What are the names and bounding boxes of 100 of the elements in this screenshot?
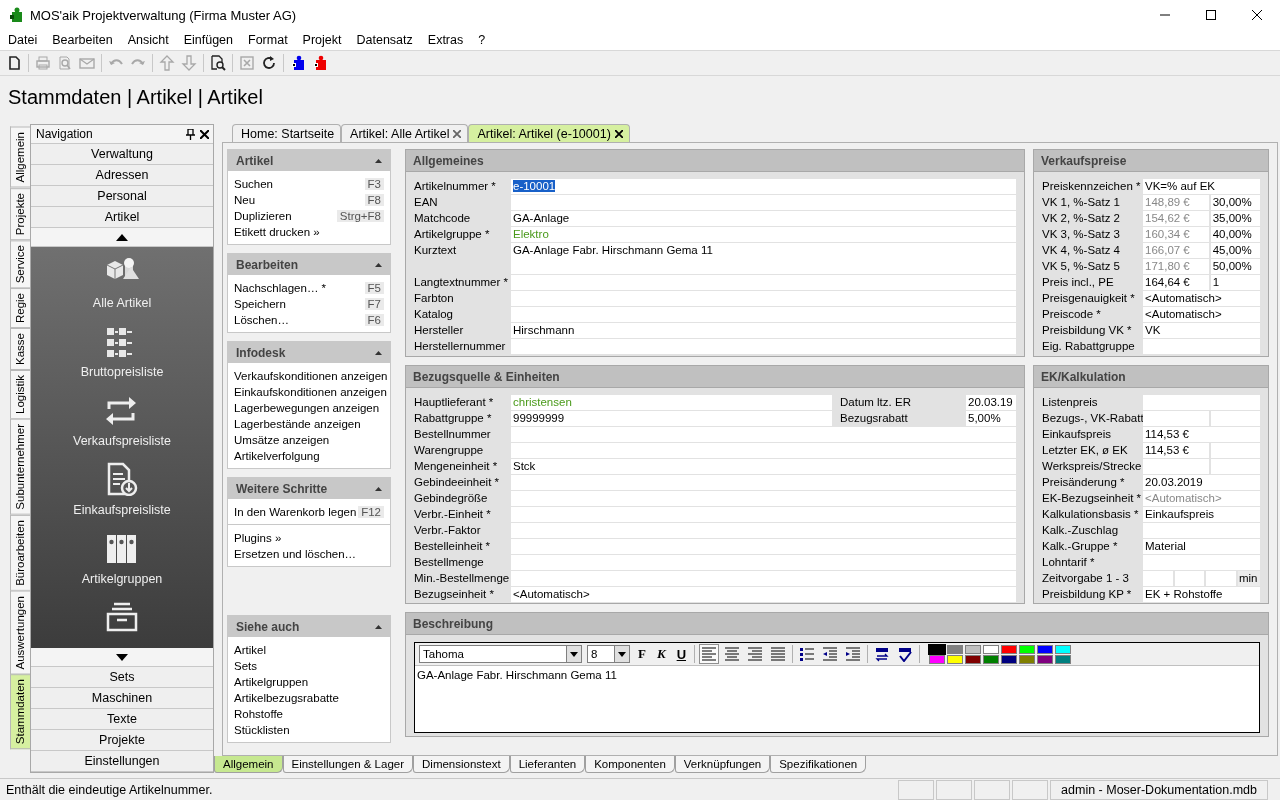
puzzle-figure-icon[interactable] [290, 55, 306, 71]
page-tab[interactable]: Einstellungen & Lager [282, 756, 414, 773]
page-tab[interactable]: Allgemein [214, 756, 283, 773]
input-field[interactable]: 40,00% [1210, 227, 1260, 242]
task-link[interactable]: Lagerbestände anzeigen [234, 418, 361, 430]
input-field[interactable]: 171,80 € [1143, 259, 1209, 274]
format-button[interactable]: F [635, 646, 649, 662]
document-download-icon[interactable] [105, 462, 139, 496]
document-tab[interactable]: Artikel: Artikel (e-10001) [468, 124, 630, 142]
task-link[interactable]: Artikelverfolgung [234, 450, 320, 462]
navigation-group-button[interactable]: Einstellungen [31, 751, 213, 772]
side-tab[interactable]: Büroarbeiten [10, 514, 30, 591]
input-field[interactable]: 35,00% [1210, 211, 1260, 226]
align-right-icon[interactable] [746, 645, 764, 663]
new-document-icon[interactable] [6, 55, 22, 71]
menu-item[interactable]: Bearbeiten [52, 33, 113, 47]
task-link[interactable]: Stücklisten [234, 724, 290, 736]
color-swatch[interactable] [1055, 644, 1071, 654]
navigation-item[interactable]: Artikelgruppen [81, 572, 163, 586]
navigation-group-button[interactable]: Artikel [31, 207, 213, 228]
menu-item[interactable]: ? [478, 33, 486, 47]
task-link[interactable]: Artikel [234, 644, 266, 656]
menu-item[interactable]: Ansicht [127, 33, 169, 47]
input-field[interactable]: 99999999 [511, 411, 832, 426]
input-field[interactable] [1210, 443, 1260, 458]
task-link[interactable]: Lagerbewegungen anzeigen [234, 402, 380, 414]
input-field[interactable] [511, 339, 1016, 354]
color-swatch[interactable] [1055, 654, 1071, 664]
task-link[interactable]: Neu [234, 194, 256, 206]
input-field[interactable] [1206, 571, 1236, 586]
task-link[interactable]: Artikelbezugsrabatte [234, 692, 339, 704]
input-field[interactable] [1210, 411, 1260, 426]
description-text[interactable]: GA-Anlage Fabr. Hirschmann Gema 11 [415, 666, 1259, 732]
side-tab[interactable]: Regie [10, 288, 30, 329]
collapse-icon[interactable] [375, 486, 382, 491]
input-field[interactable] [511, 195, 1016, 210]
tab-label[interactable]: Home: Startseite [241, 126, 335, 141]
input-field[interactable]: 5,00% [966, 411, 1016, 426]
side-tab[interactable]: Stammdaten [10, 674, 30, 750]
color-swatch[interactable] [1001, 644, 1017, 654]
color-swatch[interactable] [1019, 644, 1035, 654]
close-icon[interactable] [614, 129, 623, 138]
input-field[interactable]: 114,53 € [1143, 427, 1260, 442]
input-field[interactable] [511, 555, 1016, 570]
task-link[interactable]: Löschen… [234, 314, 289, 326]
input-field[interactable]: 114,53 € [1143, 443, 1209, 458]
tray-icon[interactable] [105, 600, 139, 634]
navigation-group-button[interactable]: Verwaltung [31, 144, 213, 165]
task-link[interactable]: Einkaufskonditionen anzeigen [234, 386, 387, 398]
refresh-icon[interactable] [261, 55, 277, 71]
side-tab[interactable]: Auswertungen [10, 590, 30, 675]
input-field[interactable] [511, 427, 1016, 442]
input-field[interactable] [511, 571, 1016, 586]
input-field[interactable]: 164,64 € [1143, 275, 1209, 290]
input-field[interactable] [511, 507, 1016, 522]
page-tab[interactable]: Lieferanten [509, 756, 586, 773]
navigation-item[interactable]: Einkaufspreisliste [73, 503, 171, 517]
navigation-item[interactable]: Verkaufspreisliste [73, 434, 171, 448]
scroll-down-icon[interactable] [116, 653, 128, 661]
color-swatch[interactable] [947, 644, 963, 654]
task-link[interactable]: Rohstoffe [234, 708, 283, 720]
pin-icon[interactable] [186, 128, 195, 140]
color-swatch[interactable] [929, 654, 945, 664]
side-tab[interactable]: Projekte [10, 187, 30, 240]
navigation-group-button[interactable]: Adressen [31, 165, 213, 186]
input-field[interactable]: <Automatisch> [511, 587, 1016, 602]
side-tab[interactable]: Logistik [10, 370, 30, 420]
input-field[interactable]: Elektro [511, 227, 1016, 242]
input-field[interactable] [1143, 459, 1209, 474]
maximize-icon[interactable] [1206, 10, 1216, 20]
navigation-group-button[interactable]: Sets [31, 667, 213, 688]
task-link[interactable]: Plugins » [234, 532, 282, 544]
format-button[interactable]: K [653, 646, 669, 662]
input-field[interactable]: GA-Anlage [511, 211, 1016, 226]
task-link[interactable]: Duplizieren [234, 210, 292, 222]
input-field[interactable]: 166,07 € [1143, 243, 1209, 258]
menu-item[interactable]: Format [248, 33, 288, 47]
task-link[interactable]: Speichern [234, 298, 286, 310]
input-field[interactable] [1143, 411, 1209, 426]
navigation-group-button[interactable]: Personal [31, 186, 213, 207]
input-field[interactable] [1143, 339, 1260, 354]
input-field[interactable]: <Automatisch> [1143, 307, 1260, 322]
input-field[interactable] [511, 307, 1016, 322]
collapse-icon[interactable] [375, 158, 382, 163]
input-field[interactable] [511, 523, 1016, 538]
task-link[interactable]: Artikelgruppen [234, 676, 309, 688]
input-field[interactable] [511, 475, 1016, 490]
input-field[interactable]: VK=% auf EK [1143, 179, 1260, 194]
input-field[interactable]: GA-Anlage Fabr. Hirschmann Gema 11 [511, 243, 1016, 274]
navigation-group-button[interactable]: Maschinen [31, 688, 213, 709]
close-icon[interactable] [200, 129, 209, 139]
input-field[interactable] [1210, 459, 1260, 474]
document-tab[interactable]: Home: Startseite [232, 124, 342, 142]
color-swatch[interactable] [965, 654, 981, 664]
input-field[interactable]: <Automatisch> [1143, 291, 1260, 306]
collapse-icon[interactable] [375, 262, 382, 267]
input-field[interactable] [511, 291, 1016, 306]
puzzle-figure-icon[interactable] [312, 55, 328, 71]
input-field[interactable]: 45,00% [1210, 243, 1260, 258]
document-tab[interactable]: Artikel: Alle Artikel [341, 124, 469, 142]
